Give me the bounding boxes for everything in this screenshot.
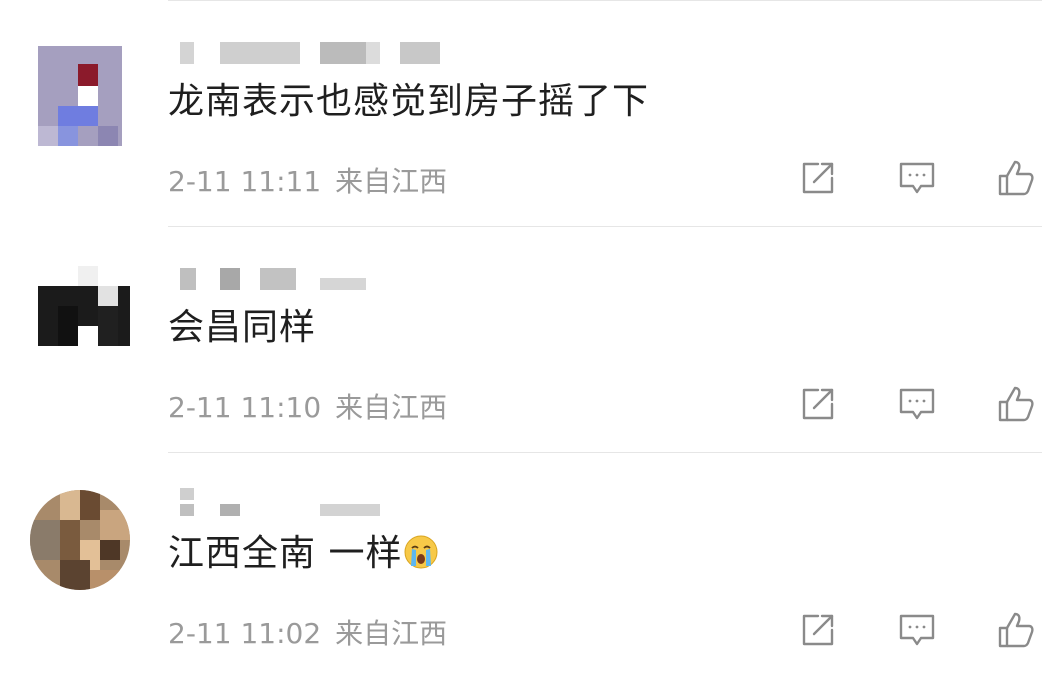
avatar[interactable] [30, 266, 130, 366]
reply-button[interactable] [895, 608, 939, 652]
comment-text-content: 龙南表示也感觉到房子摇了下 [168, 81, 650, 122]
share-button[interactable] [796, 382, 840, 426]
comment-meta: 2-11 11:11 来自江西 [168, 160, 447, 200]
comment-meta: 2-11 11:10 来自江西 [168, 386, 447, 426]
timestamp: 2-11 11:11 [168, 165, 322, 198]
username-blurred[interactable] [168, 42, 468, 68]
comment-text-content: 会昌同样 [168, 307, 317, 348]
share-icon [802, 162, 834, 194]
like-icon [998, 386, 1034, 422]
timestamp: 2-11 11:10 [168, 391, 322, 424]
username-blurred[interactable] [168, 488, 468, 516]
comment-text: 龙南表示也感觉到房子摇了下 [168, 78, 649, 126]
comment-text: 会昌同样 [168, 304, 316, 352]
reply-button[interactable] [895, 382, 939, 426]
comment-icon [899, 162, 935, 194]
username-blurred[interactable] [168, 268, 468, 294]
comment-item: 江西全南 一样 2-11 11:02 来自江西 [0, 452, 1042, 678]
share-button[interactable] [796, 608, 840, 652]
comment-text: 江西全南 一样 [168, 530, 438, 578]
location: 来自江西 [335, 617, 448, 650]
location: 来自江西 [335, 165, 448, 198]
avatar[interactable] [30, 46, 130, 146]
share-icon [802, 614, 834, 646]
comment-item: 会昌同样 2-11 11:10 来自江西 [0, 226, 1042, 452]
comment-icon [899, 388, 935, 420]
share-button[interactable] [796, 156, 840, 200]
reply-button[interactable] [895, 156, 939, 200]
like-button[interactable] [994, 608, 1038, 652]
like-button[interactable] [994, 382, 1038, 426]
like-icon [998, 612, 1034, 648]
comment-text-content: 江西全南 一样 [168, 533, 403, 574]
comment-meta: 2-11 11:02 来自江西 [168, 612, 447, 652]
crying-face-emoji [404, 535, 438, 569]
comment-icon [899, 614, 935, 646]
like-icon [998, 160, 1034, 196]
share-icon [802, 388, 834, 420]
like-button[interactable] [994, 156, 1038, 200]
avatar[interactable] [30, 490, 130, 590]
timestamp: 2-11 11:02 [168, 617, 322, 650]
comment-item: 龙南表示也感觉到房子摇了下 2-11 11:11 来自江西 [0, 0, 1042, 226]
location: 来自江西 [335, 391, 448, 424]
